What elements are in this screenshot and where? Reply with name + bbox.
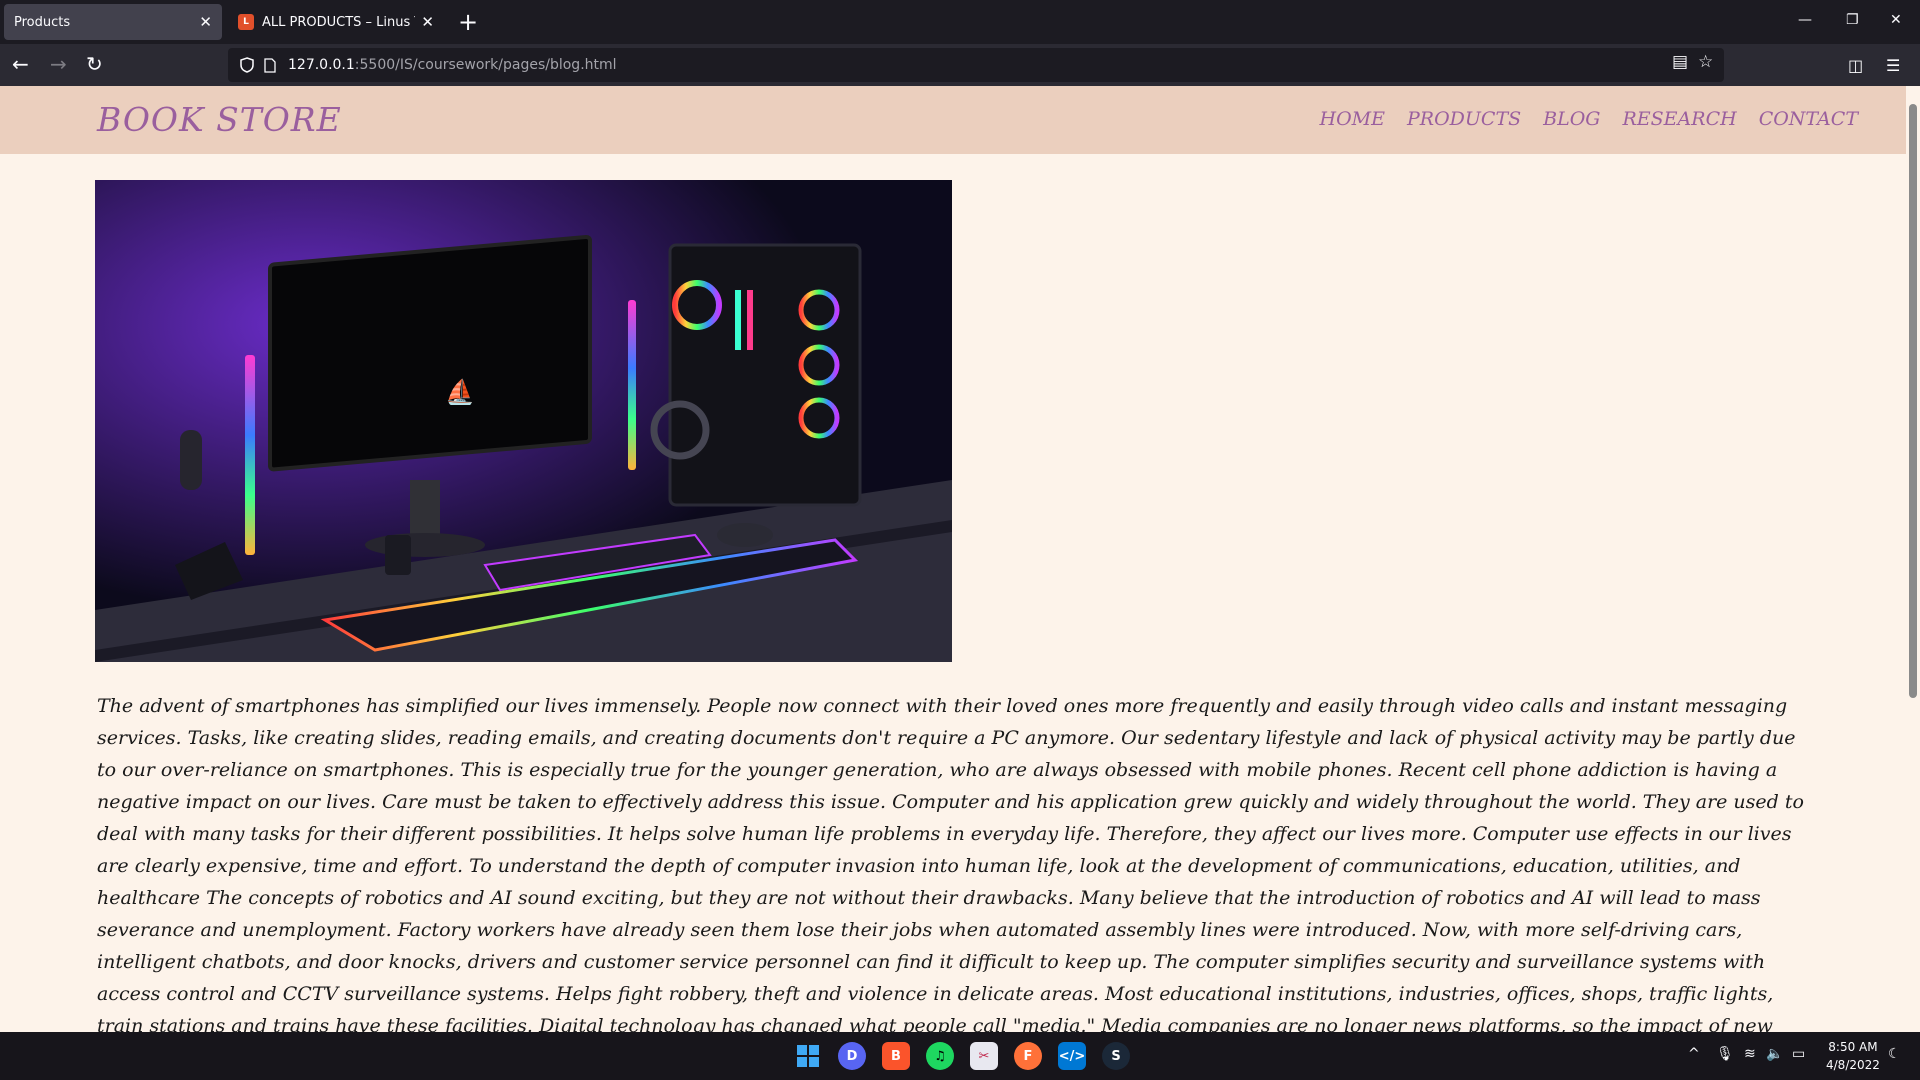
close-window-icon[interactable]: ✕: [1890, 12, 1902, 28]
back-icon[interactable]: ←: [12, 52, 29, 76]
forward-icon[interactable]: →: [50, 52, 67, 76]
page-viewport: BOOK STORE HOME PRODUCTS BLOG RESEARCH C…: [0, 86, 1906, 1032]
new-tab-button[interactable]: +: [458, 8, 478, 36]
tab-title: Products: [14, 14, 71, 30]
shield-icon: [240, 57, 254, 73]
nav-contact[interactable]: CONTACT: [1759, 108, 1858, 130]
close-tab-icon[interactable]: ✕: [421, 13, 434, 31]
brave-icon[interactable]: B: [882, 1042, 910, 1070]
ltt-favicon-icon: L: [238, 14, 254, 30]
address-bar[interactable]: 127.0.0.1:5500/IS/coursework/pages/blog.…: [228, 48, 1724, 82]
menu-icon[interactable]: ☰: [1886, 54, 1900, 78]
site-header: BOOK STORE HOME PRODUCTS BLOG RESEARCH C…: [0, 86, 1906, 154]
discord-icon[interactable]: D: [838, 1042, 866, 1070]
tab-linus-tech-tips[interactable]: L ALL PRODUCTS – Linus Tech Tips ✕: [228, 4, 444, 40]
nav-home[interactable]: HOME: [1320, 108, 1385, 130]
volume-icon[interactable]: 🔈: [1766, 1046, 1783, 1062]
windows-start-icon[interactable]: [794, 1042, 822, 1070]
pc-setup-illustration: ⛵: [95, 180, 952, 662]
site-nav: HOME PRODUCTS BLOG RESEARCH CONTACT: [1298, 108, 1858, 130]
site-logo[interactable]: BOOK STORE: [97, 100, 342, 139]
tab-title: ALL PRODUCTS – Linus Tech Tips: [262, 14, 415, 30]
url-host: 127.0.0.1: [288, 57, 355, 73]
nav-products[interactable]: PRODUCTS: [1407, 108, 1521, 130]
microphone-icon[interactable]: 🎙: [1716, 1046, 1734, 1062]
clock-time: 8:50 AM: [1828, 1040, 1878, 1054]
wifi-icon[interactable]: ≋: [1744, 1046, 1756, 1062]
page-scrollbar[interactable]: [1906, 86, 1920, 1032]
clock-date: 4/8/2022: [1826, 1058, 1880, 1072]
minimize-icon[interactable]: —: [1798, 12, 1812, 28]
snipping-tool-icon[interactable]: ✂: [970, 1042, 998, 1070]
spotify-icon[interactable]: ♫: [926, 1042, 954, 1070]
nav-research[interactable]: RESEARCH: [1622, 108, 1736, 130]
firefox-icon[interactable]: F: [1014, 1042, 1042, 1070]
battery-icon[interactable]: ▭: [1792, 1046, 1805, 1062]
bookmark-star-icon[interactable]: ☆: [1698, 52, 1713, 72]
nav-blog[interactable]: BLOG: [1543, 108, 1600, 130]
svg-text:⛵: ⛵: [445, 378, 475, 406]
steam-icon[interactable]: S: [1102, 1042, 1130, 1070]
blog-article-text: The advent of smartphones has simplified…: [97, 695, 1804, 1032]
windows-taskbar: D B ♫ ✂ F </> S ^ 🎙 ≋ 🔈 ▭ 8:50 AM 4/8/20…: [0, 1032, 1920, 1080]
windows-logo-icon: [797, 1045, 819, 1067]
reload-icon[interactable]: ↻: [86, 52, 103, 76]
pocket-icon[interactable]: ◫: [1848, 54, 1863, 78]
url-path: :5500/IS/coursework/pages/blog.html: [354, 57, 617, 73]
page-icon: [264, 57, 276, 73]
restore-icon[interactable]: ❐: [1846, 12, 1859, 28]
browser-tab-strip: Products ✕ L ALL PRODUCTS – Linus Tech T…: [0, 0, 1920, 44]
vscode-icon[interactable]: </>: [1058, 1042, 1086, 1070]
close-tab-icon[interactable]: ✕: [199, 13, 212, 31]
tray-overflow-icon[interactable]: ^: [1688, 1046, 1700, 1062]
notifications-icon[interactable]: ☾: [1888, 1046, 1901, 1062]
system-clock[interactable]: 8:50 AM 4/8/2022: [1826, 1038, 1880, 1074]
tab-products[interactable]: Products ✕: [4, 4, 222, 40]
hero-image: ⛵: [95, 180, 952, 662]
browser-toolbar: ← → ↻ 127.0.0.1:5500/IS/coursework/pages…: [0, 44, 1920, 86]
reader-view-icon[interactable]: ▤: [1672, 52, 1688, 72]
scrollbar-thumb[interactable]: [1909, 104, 1917, 698]
